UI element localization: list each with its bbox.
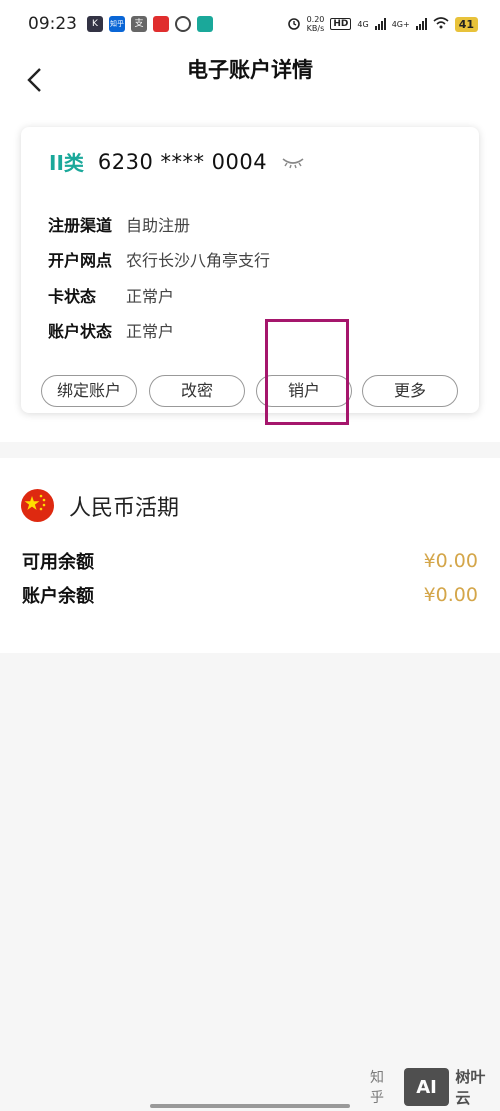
wifi-icon: [433, 16, 449, 32]
status-indicators: 0.20 KB/s HD 4G 4G+ 41: [287, 15, 478, 33]
sim1-label: 4G: [357, 19, 369, 29]
bind-account-button[interactable]: 绑定账户: [41, 375, 137, 407]
status-app-icons: K 知乎 支: [87, 16, 213, 32]
change-password-button[interactable]: 改密: [149, 375, 245, 407]
account-balance-row: 账户余额 ¥0.00: [22, 582, 478, 608]
watermark-brand: 树叶云: [455, 1068, 486, 1107]
info-row-account-status: 账户状态 正常户: [48, 318, 174, 342]
status-bar: 09:23 K 知乎 支 0.20 KB/s HD 4G 4G+ 41: [0, 0, 500, 48]
battery-icon: 41: [454, 16, 478, 32]
highlight-annotation: [265, 319, 349, 425]
info-row-register-channel: 注册渠道 自助注册: [48, 212, 190, 236]
available-balance-value: ¥0.00: [423, 550, 478, 572]
net-speed: 0.20 KB/s: [306, 15, 325, 33]
k-app-icon: K: [87, 16, 103, 32]
alarm-icon: [287, 16, 301, 33]
eye-closed-icon[interactable]: [281, 155, 305, 169]
info-label: 开户网点: [48, 251, 113, 270]
page-title: 电子账户详情: [187, 58, 313, 82]
info-value: 农行长沙八角亭支行: [126, 251, 271, 270]
info-label: 注册渠道: [48, 216, 113, 235]
info-value: 正常户: [126, 322, 175, 341]
account-card-section: II类 6230 **** 0004 注册渠道 自助注册 开户网点 农行长沙八角…: [0, 112, 500, 442]
available-balance-label: 可用余额: [22, 552, 94, 573]
info-row-card-status: 卡状态 正常户: [48, 283, 174, 307]
account-balance-value: ¥0.00: [423, 584, 478, 606]
card-number: 6230 **** 0004: [97, 149, 268, 174]
hd-badge: HD: [330, 18, 352, 30]
loop-app-icon: [175, 16, 191, 32]
watermark-logo-icon: AI: [403, 1068, 450, 1106]
zhihu-app-icon: 知乎: [109, 16, 125, 32]
available-balance-row: 可用余额 ¥0.00: [22, 548, 478, 574]
account-balance-label: 账户余额: [22, 586, 94, 607]
home-indicator[interactable]: [150, 1104, 350, 1108]
more-button[interactable]: 更多: [362, 375, 458, 407]
currency-name: 人民币活期: [69, 495, 180, 521]
card-header: II类 6230 **** 0004: [49, 147, 305, 176]
info-label: 卡状态: [48, 287, 97, 306]
watermark-zhihu: 知乎: [370, 1070, 384, 1106]
nav-bar: 电子账户详情: [0, 48, 500, 112]
bank-app-icon: [197, 16, 213, 32]
account-class-badge: II类: [49, 151, 84, 175]
watermark: 知乎 AI 树叶云: [370, 1066, 500, 1108]
signal-icon: [415, 18, 427, 30]
info-row-branch: 开户网点 农行长沙八角亭支行: [48, 247, 270, 271]
currency-header: 人民币活期: [21, 489, 179, 522]
info-value: 正常户: [126, 287, 175, 306]
info-label: 账户状态: [48, 322, 113, 341]
account-card: II类 6230 **** 0004 注册渠道 自助注册 开户网点 农行长沙八角…: [21, 127, 479, 413]
alipay-app-icon: 支: [131, 16, 147, 32]
china-flag-icon: [21, 489, 54, 522]
status-time: 09:23: [28, 14, 77, 34]
info-value: 自助注册: [126, 216, 191, 235]
shop-app-icon: [153, 16, 169, 32]
signal-icon: [374, 18, 386, 30]
sim2-label: 4G+: [391, 19, 410, 29]
balance-section: 人民币活期 可用余额 ¥0.00 账户余额 ¥0.00: [0, 458, 500, 653]
